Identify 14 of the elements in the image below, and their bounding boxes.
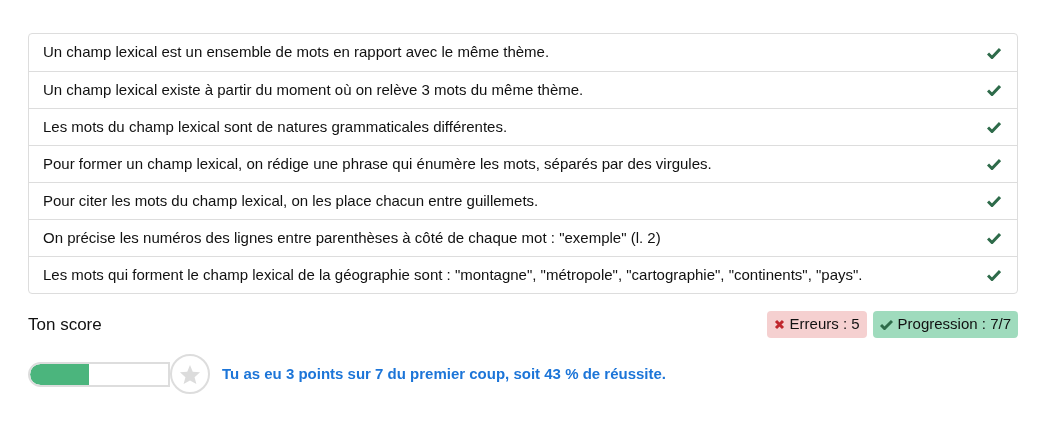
statement-text: On précise les numéros des lignes entre parenthèses à côté de chaque mot : "exemple" (l. 2) <box>43 227 661 248</box>
statement-text: Les mots du champ lexical sont de natures grammaticales différentes. <box>43 116 508 137</box>
star-icon <box>179 363 201 385</box>
score-title: Ton score <box>28 313 102 336</box>
close-icon <box>773 319 785 330</box>
badge-label: Erreurs : 5 <box>789 314 860 335</box>
result-message: Tu as eu 3 points sur 7 du premier coup, soit 43 % de réussite. <box>222 363 666 384</box>
statement-text: Les mots qui forment le champ lexical de la géographie sont : "montagne", "métropole", "cartographie", "continents", "pays". <box>43 264 863 285</box>
statement-text: Pour former un champ lexical, on rédige une phrase qui énumère les mots, séparés par des virgules. <box>43 153 712 174</box>
statement-text: Pour citer les mots du champ lexical, on les place chacun entre guillemets. <box>43 190 539 211</box>
statement-text: Un champ lexical est un ensemble de mots en rapport avec le même thème. <box>43 42 550 63</box>
badge-label: Progression : 7/7 <box>897 314 1011 335</box>
checkmark-icon <box>879 319 893 330</box>
statement-text: Un champ lexical existe à partir du moment où on relève 3 mots du même thème. <box>43 79 584 100</box>
